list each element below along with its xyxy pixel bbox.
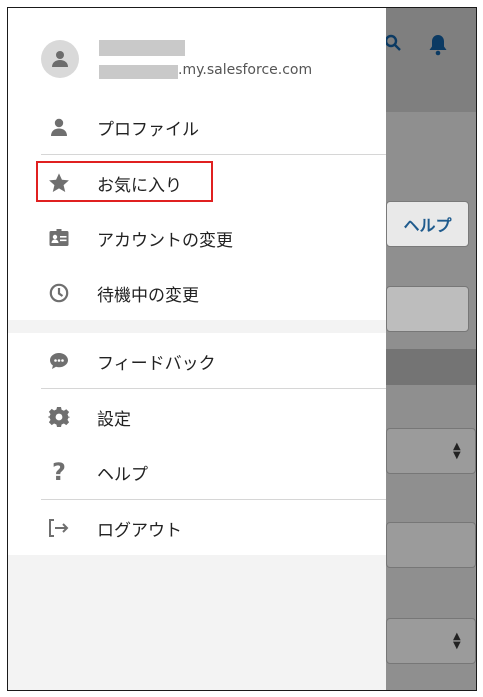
search-icon[interactable] bbox=[384, 34, 402, 56]
background-input[interactable] bbox=[386, 286, 469, 332]
nav-drawer: .my.salesforce.com プロファイル お気に入り アカウントの変更… bbox=[8, 8, 386, 690]
avatar[interactable] bbox=[41, 40, 79, 78]
user-header: .my.salesforce.com bbox=[8, 8, 386, 112]
menu-item-profile[interactable]: プロファイル bbox=[8, 99, 386, 154]
bell-icon[interactable] bbox=[428, 34, 448, 60]
user-name-redacted bbox=[99, 40, 185, 56]
user-avatar-icon bbox=[52, 51, 68, 67]
select-arrows-icon: ▲ ▼ bbox=[453, 631, 461, 651]
menu-item-label: 待機中の変更 bbox=[97, 286, 199, 306]
menu-item-help[interactable]: ? ヘルプ bbox=[8, 444, 386, 499]
user-icon bbox=[48, 116, 70, 138]
menu-item-settings[interactable]: 設定 bbox=[8, 389, 386, 444]
menu-item-label: プロファイル bbox=[97, 120, 199, 140]
menu-item-label: フィードバック bbox=[97, 354, 216, 374]
drawer-menu: プロファイル お気に入り アカウントの変更 待機中の変更 フィードバック 設定 … bbox=[8, 99, 386, 555]
background-input-2[interactable] bbox=[386, 522, 476, 568]
account-card-icon bbox=[48, 227, 70, 249]
menu-item-label: ログアウト bbox=[97, 521, 182, 541]
menu-item-logout[interactable]: ログアウト bbox=[8, 500, 386, 555]
menu-section-main: プロファイル お気に入り アカウントの変更 待機中の変更 bbox=[8, 99, 386, 320]
star-icon bbox=[48, 172, 70, 194]
app-frame: ヘルプ ▲ ▼ ▲ ▼ .my.salesforce.com プロファイル お気… bbox=[7, 7, 477, 691]
user-domain: .my.salesforce.com bbox=[178, 62, 313, 78]
menu-item-label: アカウントの変更 bbox=[97, 231, 233, 251]
menu-item-label: 設定 bbox=[97, 410, 131, 430]
menu-item-switch-account[interactable]: アカウントの変更 bbox=[8, 210, 386, 265]
feedback-icon bbox=[48, 350, 70, 372]
menu-item-label: ヘルプ bbox=[97, 465, 148, 485]
menu-item-label: お気に入り bbox=[97, 176, 182, 196]
menu-item-favorites[interactable]: お気に入り bbox=[8, 155, 386, 210]
background-select[interactable] bbox=[386, 428, 476, 474]
background-select-2[interactable] bbox=[386, 618, 476, 664]
section-gap bbox=[8, 320, 386, 333]
gear-icon bbox=[48, 406, 70, 428]
menu-item-pending-changes[interactable]: 待機中の変更 bbox=[8, 265, 386, 320]
clock-icon bbox=[48, 282, 70, 304]
background-section-band bbox=[386, 349, 476, 385]
domain-redacted bbox=[99, 65, 178, 79]
menu-item-feedback[interactable]: フィードバック bbox=[8, 333, 386, 388]
help-button[interactable]: ヘルプ bbox=[386, 201, 469, 247]
logout-icon bbox=[48, 517, 70, 539]
menu-section-support: フィードバック 設定 ? ヘルプ ログアウト bbox=[8, 333, 386, 555]
question-icon: ? bbox=[52, 458, 66, 486]
select-arrows-icon: ▲ ▼ bbox=[453, 441, 461, 461]
